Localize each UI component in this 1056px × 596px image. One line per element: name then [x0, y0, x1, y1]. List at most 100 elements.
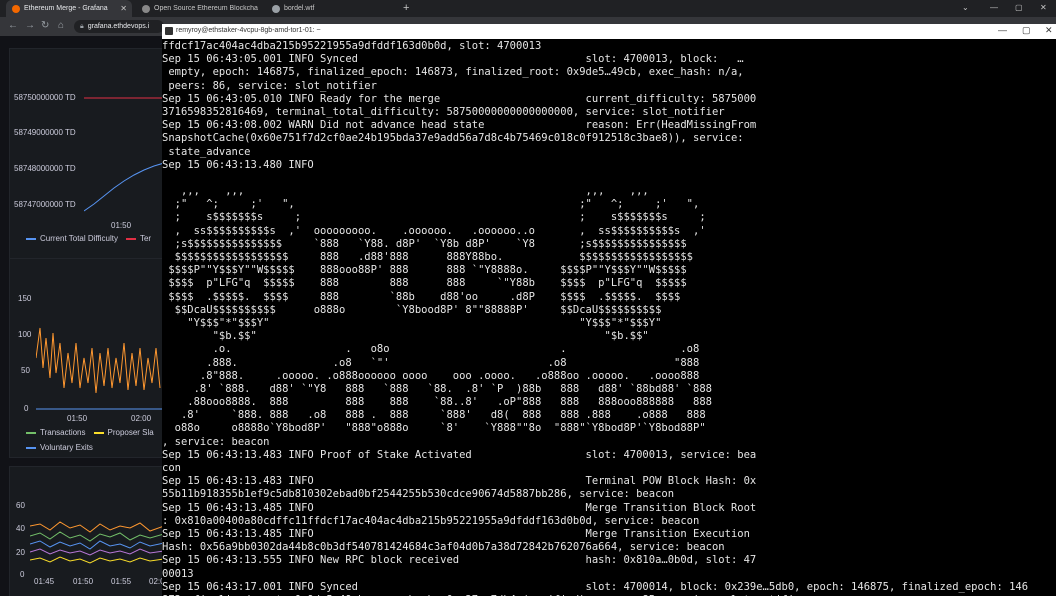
x-tick: 01:50: [73, 577, 94, 586]
transactions-chart: [36, 327, 163, 410]
x-tick: 01:55: [111, 577, 132, 586]
y-tick: 0: [24, 404, 29, 413]
terminal-line: o88o o8888o`Y8bod8P' "888"o888o `8' `Y88…: [162, 422, 706, 435]
terminal-line: 3716598352816469, terminal_total_difficu…: [162, 105, 725, 118]
y-tick: 100: [18, 330, 32, 339]
y-tick: 0: [20, 570, 25, 579]
terminal-line: Sep 15 06:43:05.010 INFO Ready for the m…: [162, 92, 757, 105]
legend-item[interactable]: Voluntary Exits: [26, 443, 93, 452]
x-tick: 02:0: [149, 577, 163, 586]
peers-chart: [30, 521, 163, 564]
terminal-line: .8' `888. 888 .o8 888 . 888 `888' d8( 88…: [162, 409, 706, 422]
terminal-line: Sep 15 06:43:05.001 INFO Synced slot: 47…: [162, 53, 744, 66]
terminal-line: .8"888. .ooooo. .o888oooooo oooo ooo .oo…: [162, 369, 700, 382]
y-tick: 50: [21, 366, 30, 375]
terminal-line: .88ooo8888. 888 888 888 `88..8' .oP"888 …: [162, 396, 712, 409]
terminal-line: Sep 15 06:43:13.485 INFO Merge Transitio…: [162, 527, 750, 540]
terminal-line: Sep 15 06:43:13.483 INFO Proof of Stake …: [162, 448, 757, 461]
tab-etherscan[interactable]: Open Source Ethereum Blockchain Ex: [136, 0, 264, 17]
lock-icon: 🔒︎: [80, 22, 84, 30]
terminal-line: Sep 15 06:43:08.002 WARN Did not advance…: [162, 119, 757, 132]
legend-item[interactable]: Current Total Difficulty Ter: [26, 234, 151, 243]
browser-tab-bar: Ethereum Merge - Grafana ✕ Open Source E…: [0, 0, 1056, 17]
maximize-icon[interactable]: ▢: [1015, 3, 1023, 12]
forward-icon[interactable]: →: [25, 20, 35, 31]
current-difficulty-line: [84, 162, 163, 212]
maximize-icon[interactable]: ▢: [1022, 25, 1031, 36]
terminal-line: $$$$ p"LFG"q $$$$$ 888 888 888 `"Y88b $$…: [162, 277, 687, 290]
tab-bordel[interactable]: bordel.wtf: [266, 0, 396, 17]
terminal-line: empty, epoch: 146875, finalized_epoch: 1…: [162, 66, 744, 79]
terminal-line: Sep 15 06:43:13.485 INFO Merge Transitio…: [162, 501, 757, 514]
y-tick: 60: [16, 501, 25, 510]
close-icon[interactable]: ✕: [1045, 25, 1053, 36]
x-tick: 01:45: [34, 577, 55, 586]
terminal-line: peers: 86, service: slot_notifier: [162, 79, 377, 92]
terminal-line: $$$$$$$$$$$$$$$$$$ 888 .d88'888 888Y88bo…: [162, 251, 694, 263]
tab-grafana[interactable]: Ethereum Merge - Grafana ✕: [6, 0, 132, 17]
back-icon[interactable]: ←: [8, 20, 18, 31]
terminal-line: $$$$P""Y$$$Y""W$$$$$ 888ooo88P' 888 888 …: [162, 264, 687, 277]
terminal-window[interactable]: remyroy@ethstaker-4vcpu-8gb-amd-tor1-01:…: [162, 24, 1056, 596]
terminal-line: ;" ^; ;' ", ;" ^; ;' ",: [162, 198, 700, 211]
transactions-series: [36, 327, 161, 394]
site-icon: [142, 4, 150, 13]
terminal-line: $$DcaU$$$$$$$$$$ o888o `Y8bood8P' 8""888…: [162, 303, 662, 316]
globe-icon: [272, 4, 280, 13]
tab-title: bordel.wtf: [284, 5, 315, 12]
grafana-icon: [12, 4, 20, 13]
terminal-line: .o. . o8o . .o8: [162, 343, 700, 356]
url-text: grafana.ethdevops.i: [87, 23, 150, 30]
terminal-line: $$$$ .$$$$$. $$$$ 888 `88b d88'oo .d8P $…: [162, 290, 681, 303]
x-tick: 01:50: [67, 414, 88, 423]
terminal-line: ;s$$$$$$$$$$$$$$$ `888 `Y88. d8P' `Y8b d…: [162, 237, 687, 250]
terminal-line: ; s$$$$$$$s ; ; s$$$$$$$s ;: [162, 211, 706, 224]
close-icon[interactable]: ✕: [1040, 3, 1047, 12]
terminal-line: con: [162, 462, 181, 474]
bookmark-icon[interactable]: ⌂: [58, 20, 64, 31]
x-tick: 01:50: [111, 221, 132, 230]
terminal-line: state_advance: [162, 145, 251, 158]
terminal-line: 00013: [162, 567, 194, 580]
y-tick: 20: [16, 548, 25, 557]
terminal-line: 55b11b918355b1ef9c5db810302ebad0bf254425…: [162, 488, 675, 501]
close-tab-icon[interactable]: ✕: [120, 4, 127, 13]
terminal-icon: [165, 27, 173, 35]
y-tick: 58747000000 TD: [14, 200, 76, 209]
terminal-title-bar[interactable]: remyroy@ethstaker-4vcpu-8gb-amd-tor1-01:…: [162, 24, 1056, 39]
y-tick: 58748000000 TD: [14, 164, 76, 173]
minimize-icon[interactable]: —: [998, 25, 1007, 35]
terminal-line: ,,, ,,, ,,, ,,,: [162, 185, 649, 198]
y-tick: 58750000000 TD: [14, 93, 76, 102]
terminal-line: , service: beacon: [162, 435, 270, 448]
reload-icon[interactable]: ↻: [41, 20, 49, 31]
terminal-line: Sep 15 06:43:13.480 INFO: [162, 158, 314, 171]
terminal-line: Hash: 0x56a9bb0302da44b8c0b3df5407814246…: [162, 541, 725, 554]
terminal-line: "Y$$$"*"$$$Y" "Y$$$"*"$$$Y": [162, 316, 662, 329]
address-bar[interactable]: 🔒︎ grafana.ethdevops.i: [74, 20, 164, 33]
terminal-line: Sep 15 06:43:13.483 INFO Terminal POW Bl…: [162, 475, 757, 488]
legend-item[interactable]: Transactions Proposer Sla: [26, 428, 154, 437]
terminal-output[interactable]: ffdcf17ac404ac4dba215b95221955a9dfddf163…: [162, 40, 1056, 596]
difficulty-chart: [84, 97, 163, 212]
terminal-line: Sep 15 06:43:13.555 INFO New RPC block r…: [162, 554, 757, 567]
terminal-line: ffdcf17ac404ac4dba215b95221955a9dfddf163…: [162, 40, 542, 52]
tab-title: Open Source Ethereum Blockchain Ex: [154, 5, 258, 12]
minimize-icon[interactable]: —: [990, 3, 998, 12]
y-tick: 58749000000 TD: [14, 128, 76, 137]
terminal-line: .888. .o8 `"' .o8 "888: [162, 356, 700, 369]
y-tick: 150: [18, 294, 32, 303]
new-tab-icon[interactable]: +: [403, 2, 409, 14]
x-tick: 02:00: [131, 414, 152, 423]
terminal-line: , ss$$$$$$$$$$s ,' ooooooooo. .oooooo. .…: [162, 224, 706, 237]
terminal-line: Sep 15 06:43:17.001 INFO Synced slot: 47…: [162, 580, 1029, 593]
grafana-dashboard: 58750000000 TD 58749000000 TD 5874800000…: [0, 36, 163, 596]
terminal-line: : 0x810a00400a80cdffc11ffdcf17ac404ac4db…: [162, 514, 700, 527]
terminal-line: "$b.$$" "$b.$$": [162, 330, 649, 343]
tab-title: Ethereum Merge - Grafana: [24, 5, 108, 12]
chevron-down-icon[interactable]: ⌄: [962, 3, 969, 12]
terminal-line: .8' `888. d88' `"Y8 888 `888 `88. .8' `P…: [162, 382, 712, 395]
terminal-title: remyroy@ethstaker-4vcpu-8gb-amd-tor1-01:…: [176, 27, 321, 34]
y-tick: 40: [16, 524, 25, 533]
